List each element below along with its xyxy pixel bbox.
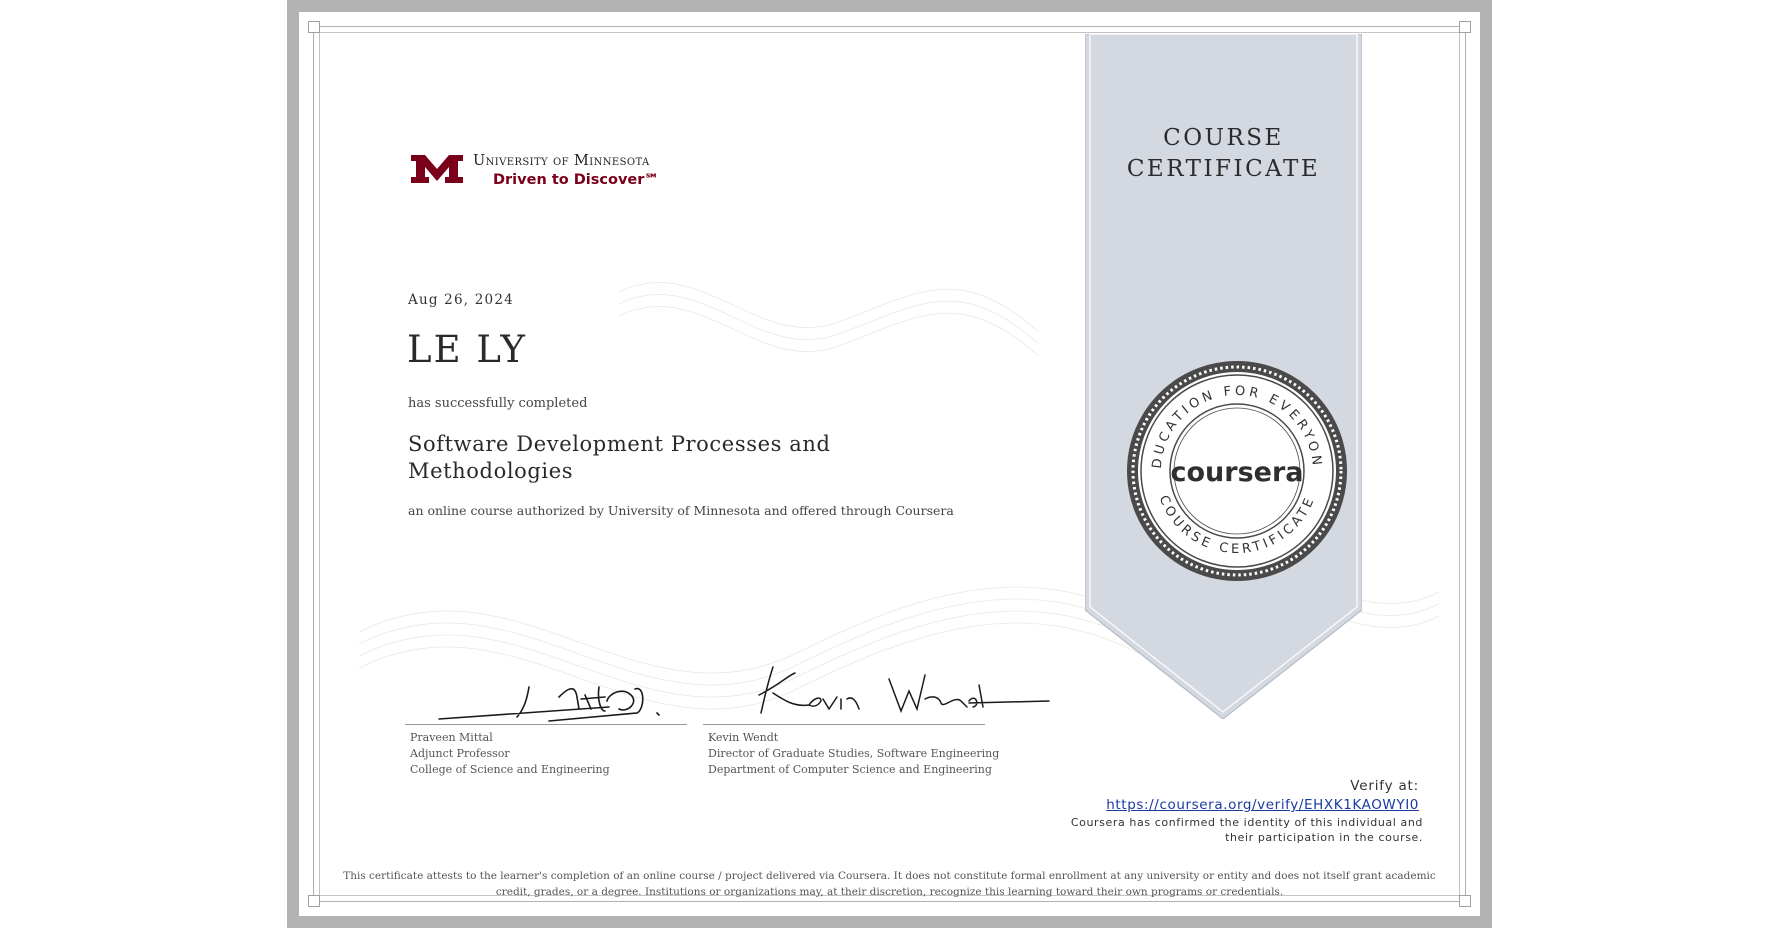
verify-label: Verify at: xyxy=(1350,778,1419,794)
signatory-department: College of Science and Engineering xyxy=(410,763,610,776)
corner-ornament xyxy=(1459,21,1471,33)
disclaimer: This certificate attests to the learner'… xyxy=(343,870,1436,898)
ribbon-title-line: COURSE xyxy=(1163,125,1284,151)
signatory-block: Kevin Wendt Director of Graduate Studies… xyxy=(708,730,999,778)
ribbon-title-line: CERTIFICATE xyxy=(1126,156,1321,182)
signatory-name: Praveen Mittal xyxy=(410,731,493,744)
authorization-statement: an online course authorized by Universit… xyxy=(408,503,954,518)
issue-date: Aug 26, 2024 xyxy=(408,292,514,308)
university-tagline: Driven to Discover℠ xyxy=(493,172,660,188)
signatory-name: Kevin Wendt xyxy=(708,731,779,744)
signatory-department: Department of Computer Science and Engin… xyxy=(708,763,992,776)
coursera-wordmark: coursera xyxy=(1170,457,1303,488)
signatory-title: Director of Graduate Studies, Software E… xyxy=(708,747,1000,760)
coursera-seal: EDUCATION FOR EVERYONE COURSE CERTIFICAT… xyxy=(1119,348,1349,583)
signature-kevin-wendt xyxy=(758,666,1050,714)
certificate: COURSE CERTIFICATE EDUCATION FOR EVERYON… xyxy=(287,0,1492,928)
university-logo: University of Minnesota Driven to Discov… xyxy=(409,153,679,193)
signature-line xyxy=(405,724,687,725)
university-name: University of Minnesota xyxy=(473,153,650,169)
completion-statement: has successfully completed xyxy=(408,396,588,411)
corner-ornament xyxy=(1459,895,1471,907)
identity-confirmation: Coursera has confirmed the identity of t… xyxy=(1070,816,1423,844)
certificate-paper: COURSE CERTIFICATE EDUCATION FOR EVERYON… xyxy=(299,12,1480,916)
block-m-icon xyxy=(411,155,463,183)
signatory-block: Praveen Mittal Adjunct Professor College… xyxy=(410,730,610,778)
signature-praveen-mittal xyxy=(438,686,660,722)
course-title: Software Development Processes and Metho… xyxy=(408,432,831,483)
recipient-name: LE LY xyxy=(407,328,527,371)
corner-ornament xyxy=(308,895,320,907)
ribbon-title: COURSE CERTIFICATE xyxy=(1085,123,1362,185)
signatory-title: Adjunct Professor xyxy=(410,747,510,760)
verify-link[interactable]: https://coursera.org/verify/EHXK1KAOWYI0 xyxy=(1106,797,1419,813)
signature-line xyxy=(703,724,985,725)
verification-block: Verify at: https://coursera.org/verify/E… xyxy=(1106,778,1419,813)
